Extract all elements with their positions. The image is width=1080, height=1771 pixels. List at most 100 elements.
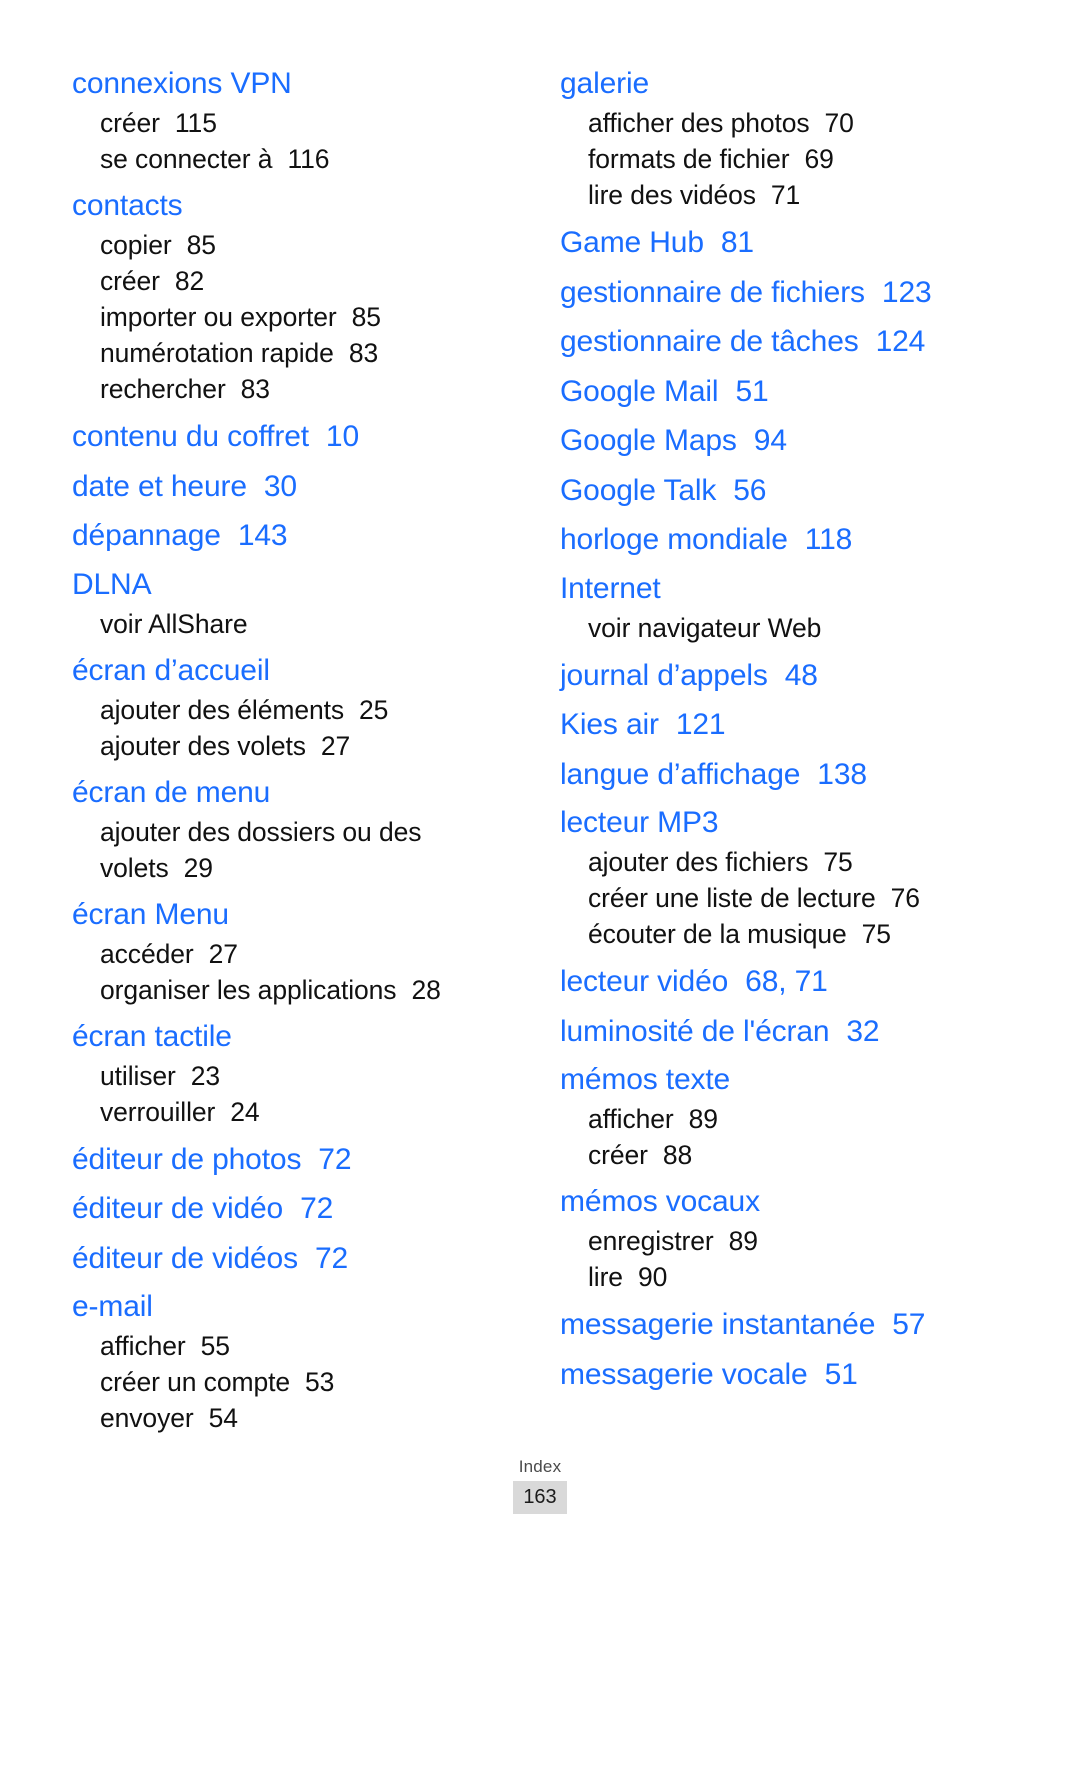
index-page-reference[interactable]: 23 <box>191 1061 220 1091</box>
index-subentry[interactable]: créer 115 <box>72 105 520 141</box>
index-page-reference[interactable]: 72 <box>300 1192 333 1225</box>
index-subentry[interactable]: copier 85 <box>72 227 520 263</box>
index-page-reference[interactable]: 27 <box>321 731 350 761</box>
index-headword[interactable]: lecteur MP3 <box>560 801 1008 844</box>
index-page-reference[interactable]: 48 <box>785 659 818 692</box>
index-headword[interactable]: Google Talk 56 <box>560 468 1008 514</box>
index-page-reference[interactable]: 94 <box>754 424 787 457</box>
index-headword[interactable]: écran tactile <box>72 1015 520 1058</box>
index-subentry[interactable]: créer 88 <box>560 1137 1008 1173</box>
index-subentry[interactable]: ajouter des éléments 25 <box>72 692 520 728</box>
index-subentry[interactable]: afficher 55 <box>72 1328 520 1364</box>
index-headword[interactable]: éditeur de vidéo 72 <box>72 1186 520 1232</box>
index-page-reference[interactable]: 118 <box>805 523 853 556</box>
index-page-reference[interactable]: 138 <box>817 758 867 791</box>
index-subentry[interactable]: utiliser 23 <box>72 1058 520 1094</box>
index-headword[interactable]: gestionnaire de tâches 124 <box>560 319 1008 365</box>
index-subentry[interactable]: envoyer 54 <box>72 1400 520 1436</box>
index-subentry[interactable]: écouter de la musique 75 <box>560 916 1008 952</box>
index-page-reference[interactable]: 85 <box>187 230 216 260</box>
index-page-reference[interactable]: 71 <box>771 180 800 210</box>
index-page-reference[interactable]: 51 <box>825 1358 858 1391</box>
index-page-reference[interactable]: 82 <box>175 266 204 296</box>
index-headword[interactable]: Internet <box>560 567 1008 610</box>
index-page-reference[interactable]: 89 <box>729 1226 758 1256</box>
index-page-reference[interactable]: 75 <box>823 847 852 877</box>
index-headword[interactable]: contenu du coffret 10 <box>72 414 520 460</box>
index-page-reference[interactable]: 68, 71 <box>745 965 828 998</box>
index-headword[interactable]: mémos texte <box>560 1058 1008 1101</box>
index-page-reference[interactable]: 28 <box>411 975 440 1005</box>
index-page-reference[interactable]: 70 <box>825 108 854 138</box>
index-headword[interactable]: e-mail <box>72 1285 520 1328</box>
index-headword[interactable]: lecteur vidéo 68, 71 <box>560 959 1008 1005</box>
index-headword[interactable]: écran d’accueil <box>72 649 520 692</box>
index-page-reference[interactable]: 116 <box>287 144 329 174</box>
index-headword[interactable]: contacts <box>72 184 520 227</box>
index-page-reference[interactable]: 25 <box>359 695 388 725</box>
index-page-reference[interactable]: 85 <box>352 302 381 332</box>
index-headword[interactable]: Kies air 121 <box>560 702 1008 748</box>
index-headword[interactable]: connexions VPN <box>72 62 520 105</box>
index-subentry[interactable]: ajouter des dossiers ou des volets 29 <box>72 814 520 886</box>
index-subentry[interactable]: numérotation rapide 83 <box>72 335 520 371</box>
index-headword[interactable]: éditeur de photos 72 <box>72 1137 520 1183</box>
index-page-reference[interactable]: 27 <box>209 939 238 969</box>
index-page-reference[interactable]: 72 <box>315 1242 348 1275</box>
index-headword[interactable]: éditeur de vidéos 72 <box>72 1236 520 1282</box>
index-subentry[interactable]: accéder 27 <box>72 936 520 972</box>
index-headword[interactable]: horloge mondiale 118 <box>560 517 1008 563</box>
index-subentry[interactable]: ajouter des fichiers 75 <box>560 844 1008 880</box>
index-subentry[interactable]: lire 90 <box>560 1259 1008 1295</box>
index-page-reference[interactable]: 90 <box>638 1262 667 1292</box>
index-headword[interactable]: écran de menu <box>72 771 520 814</box>
index-page-reference[interactable]: 81 <box>721 226 754 259</box>
index-subentry[interactable]: lire des vidéos 71 <box>560 177 1008 213</box>
index-page-reference[interactable]: 10 <box>326 420 359 453</box>
index-page-reference[interactable]: 89 <box>689 1104 718 1134</box>
index-headword[interactable]: messagerie instantanée 57 <box>560 1302 1008 1348</box>
index-page-reference[interactable]: 29 <box>184 853 213 883</box>
index-page-reference[interactable]: 72 <box>318 1143 351 1176</box>
index-page-reference[interactable]: 30 <box>264 470 297 503</box>
index-headword[interactable]: Google Mail 51 <box>560 369 1008 415</box>
index-page-reference[interactable]: 69 <box>804 144 833 174</box>
index-headword[interactable]: mémos vocaux <box>560 1180 1008 1223</box>
index-subentry[interactable]: se connecter à 116 <box>72 141 520 177</box>
index-subentry[interactable]: voir AllShare <box>72 606 520 642</box>
index-subentry[interactable]: organiser les applications 28 <box>72 972 520 1008</box>
index-page-reference[interactable]: 57 <box>892 1308 925 1341</box>
index-headword[interactable]: galerie <box>560 62 1008 105</box>
index-headword[interactable]: Game Hub 81 <box>560 220 1008 266</box>
index-subentry[interactable]: formats de fichier 69 <box>560 141 1008 177</box>
index-headword[interactable]: DLNA <box>72 563 520 606</box>
index-page-reference[interactable]: 83 <box>241 374 270 404</box>
index-headword[interactable]: messagerie vocale 51 <box>560 1352 1008 1398</box>
index-page-reference[interactable]: 55 <box>201 1331 230 1361</box>
index-headword[interactable]: date et heure 30 <box>72 464 520 510</box>
index-headword[interactable]: écran Menu <box>72 893 520 936</box>
index-headword[interactable]: dépannage 143 <box>72 513 520 559</box>
index-page-reference[interactable]: 123 <box>882 276 932 309</box>
index-page-reference[interactable]: 121 <box>676 708 726 741</box>
index-page-reference[interactable]: 143 <box>238 519 288 552</box>
index-subentry[interactable]: afficher 89 <box>560 1101 1008 1137</box>
index-subentry[interactable]: voir navigateur Web <box>560 610 1008 646</box>
index-page-reference[interactable]: 24 <box>230 1097 259 1127</box>
index-headword[interactable]: luminosité de l'écran 32 <box>560 1009 1008 1055</box>
index-page-reference[interactable]: 51 <box>735 375 768 408</box>
index-headword[interactable]: journal d’appels 48 <box>560 653 1008 699</box>
index-subentry[interactable]: créer 82 <box>72 263 520 299</box>
index-headword[interactable]: Google Maps 94 <box>560 418 1008 464</box>
index-subentry[interactable]: importer ou exporter 85 <box>72 299 520 335</box>
index-page-reference[interactable]: 88 <box>663 1140 692 1170</box>
index-headword[interactable]: langue d’affichage 138 <box>560 752 1008 798</box>
index-headword[interactable]: gestionnaire de fichiers 123 <box>560 270 1008 316</box>
index-page-reference[interactable]: 56 <box>733 474 766 507</box>
index-page-reference[interactable]: 53 <box>305 1367 334 1397</box>
index-page-reference[interactable]: 32 <box>846 1015 879 1048</box>
index-subentry[interactable]: créer une liste de lecture 76 <box>560 880 1008 916</box>
index-page-reference[interactable]: 75 <box>862 919 891 949</box>
index-page-reference[interactable]: 54 <box>209 1403 238 1433</box>
index-subentry[interactable]: enregistrer 89 <box>560 1223 1008 1259</box>
